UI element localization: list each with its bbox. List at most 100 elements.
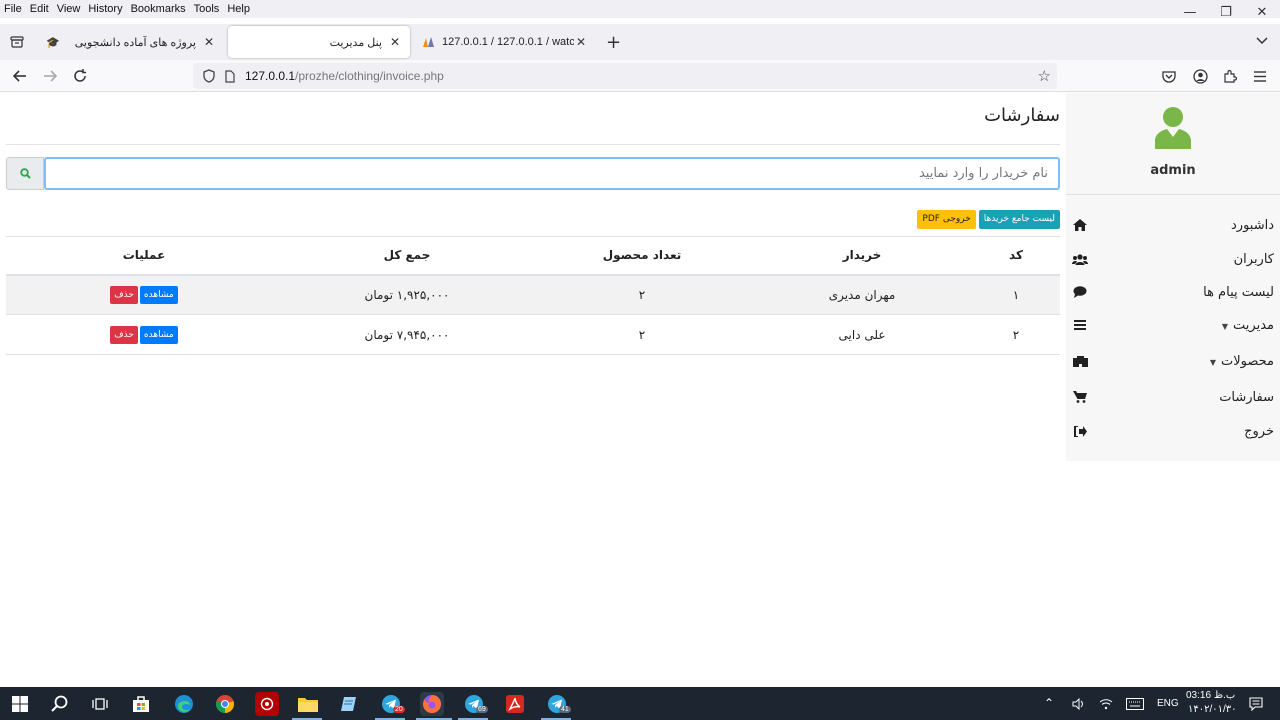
language-indicator[interactable]: ENG	[1157, 698, 1179, 709]
delete-button[interactable]: حذف	[110, 325, 138, 344]
sidebar-item-label: لیست پیام ها	[1203, 284, 1274, 300]
page-title: سفارشات	[984, 105, 1060, 126]
clock-time[interactable]: 03:16 ب.ظ	[1186, 690, 1235, 701]
sidebar-item-orders[interactable]: سفارشات	[1072, 387, 1274, 407]
buyer-search-input[interactable]	[44, 157, 1060, 190]
menu-view[interactable]: View	[53, 3, 85, 15]
view-button[interactable]: مشاهده	[139, 325, 178, 344]
extensions-icon[interactable]	[1221, 67, 1239, 85]
firefox-icon[interactable]	[420, 692, 444, 716]
close-icon[interactable]: ✕	[574, 35, 588, 49]
media-app-icon[interactable]	[255, 692, 279, 716]
notepad-icon[interactable]	[337, 692, 361, 716]
cell-code: ۱	[972, 274, 1060, 315]
bookmark-star-icon[interactable]: ☆	[1038, 67, 1051, 85]
home-icon	[1072, 219, 1088, 231]
cell-count: ۲	[532, 314, 752, 355]
restore-button[interactable]: ❐	[1208, 0, 1244, 24]
close-icon[interactable]: ✕	[202, 35, 216, 49]
boxes-icon	[1072, 355, 1088, 367]
sidebar-item-label: مدیریت▼	[1221, 317, 1274, 333]
archive-icon	[10, 36, 24, 48]
sign-out-icon	[1072, 425, 1088, 437]
forward-arrow-icon[interactable]	[39, 66, 61, 86]
tab-student-projects[interactable]: 🎓 پروژه های آماده دانشجویی ✕	[38, 26, 224, 58]
view-button[interactable]: مشاهده	[139, 285, 178, 304]
reload-icon[interactable]	[69, 66, 91, 86]
pdf-export-button[interactable]: خروجی PDF	[917, 210, 976, 229]
shield-icon[interactable]	[201, 69, 217, 83]
bars-icon	[1072, 320, 1088, 330]
chevron-up-icon[interactable]: ⌃	[1044, 696, 1054, 710]
clock-date[interactable]: ۱۴۰۲/۰۱/۳۰	[1188, 704, 1237, 715]
tab-phpmyadmin[interactable]: 127.0.0.1 / 127.0.0.1 / watch / u ✕	[414, 26, 596, 58]
search-icon[interactable]	[48, 692, 72, 716]
sidebar-item-label: کاربران	[1233, 251, 1274, 267]
page-icon[interactable]	[223, 69, 237, 83]
keyboard-icon[interactable]	[1123, 692, 1147, 716]
cell-code: ۲	[972, 314, 1060, 355]
graduation-cap-icon: 🎓	[46, 36, 60, 49]
tab-title: پروژه های آماده دانشجویی	[74, 36, 196, 49]
tab-admin-panel[interactable]: پنل مدیریت ✕	[228, 26, 410, 58]
sidebar-item-label: داشبورد	[1231, 217, 1274, 233]
tab-title: پنل مدیریت	[329, 36, 382, 49]
hamburger-menu-icon[interactable]	[1251, 67, 1269, 85]
back-arrow-icon[interactable]	[9, 66, 31, 86]
tab-bar: 🎓 پروژه های آماده دانشجویی ✕ پنل مدیریت …	[0, 24, 1280, 60]
wifi-icon[interactable]	[1094, 692, 1118, 716]
url-bar[interactable]: 127.0.0.1/prozhe/clothing/invoice.php ☆	[193, 63, 1057, 89]
cell-operations: حذف مشاهده	[6, 274, 282, 315]
delete-button[interactable]: حذف	[110, 285, 138, 304]
sidebar-item-label: خروج	[1244, 423, 1274, 439]
title-divider	[6, 144, 1060, 145]
acrobat-icon[interactable]	[503, 692, 527, 716]
menu-bar: File Edit View History Bookmarks Tools H…	[0, 0, 1280, 18]
menu-help[interactable]: Help	[223, 3, 254, 15]
store-icon[interactable]	[129, 692, 153, 716]
sidebar-item-logout[interactable]: خروج	[1072, 421, 1274, 441]
close-icon[interactable]: ✕	[388, 35, 402, 49]
notifications-icon[interactable]	[1244, 692, 1268, 716]
windows-start-icon[interactable]	[8, 692, 32, 716]
menu-tools[interactable]: Tools	[190, 3, 224, 15]
close-window-button[interactable]: ✕	[1244, 0, 1280, 24]
search-form	[6, 157, 1060, 191]
cell-buyer: علی دایی	[752, 314, 972, 355]
menu-edit[interactable]: Edit	[26, 3, 53, 15]
task-view-icon[interactable]	[88, 692, 112, 716]
cell-count: ۲	[532, 274, 752, 315]
cell-total: ۱,۹۲۵,۰۰۰ تومان	[282, 274, 532, 315]
edge-browser-icon[interactable]	[172, 692, 196, 716]
sidebar-item-dashboard[interactable]: داشبورد	[1072, 215, 1274, 235]
search-button[interactable]	[6, 157, 44, 190]
speaker-icon[interactable]	[1067, 692, 1091, 716]
sidebar-item-products[interactable]: محصولات▼	[1072, 351, 1274, 371]
file-explorer-icon[interactable]	[296, 692, 320, 716]
cell-buyer: مهران مدیری	[752, 274, 972, 315]
caret-down-icon: ▼	[1221, 321, 1229, 331]
pocket-icon[interactable]	[1160, 67, 1178, 85]
sidebar-item-messages[interactable]: لیست پیام ها	[1072, 282, 1274, 302]
menu-history[interactable]: History	[84, 3, 126, 15]
new-tab-plus-icon[interactable]: +	[606, 32, 621, 53]
tab-list-button[interactable]	[6, 32, 28, 52]
chevron-down-icon[interactable]	[1256, 34, 1268, 48]
table-row: ۱ مهران مدیری ۲ ۱,۹۲۵,۰۰۰ تومان حذف مشاه…	[6, 274, 1060, 315]
taskbar: 20 69 41 ⌃ ENG 03:16 ب.ظ ۱۴۰۲/۰۱/۳۰	[0, 687, 1280, 720]
menu-file[interactable]: File	[0, 3, 26, 15]
sidebar-item-management[interactable]: مدیریت▼	[1072, 315, 1274, 335]
minimize-button[interactable]: —	[1172, 0, 1208, 24]
full-purchase-list-button[interactable]: لیست جامع خریدها	[978, 210, 1060, 229]
telegram-badge: 41	[559, 706, 571, 713]
table-row: ۲ علی دایی ۲ ۷,۹۴۵,۰۰۰ تومان حذف مشاهده	[6, 314, 1060, 355]
telegram-badge: 20	[393, 706, 405, 713]
sidebar-item-users[interactable]: کاربران	[1072, 249, 1274, 269]
caret-down-icon: ▼	[1209, 357, 1216, 367]
chrome-icon[interactable]	[213, 692, 237, 716]
admin-username: admin	[1150, 163, 1196, 178]
export-actions: لیست جامع خریدها خروجی PDF	[917, 210, 1060, 229]
menu-bookmarks[interactable]: Bookmarks	[127, 3, 190, 15]
account-icon[interactable]	[1191, 67, 1209, 85]
column-header-total: جمع کل	[282, 236, 532, 276]
